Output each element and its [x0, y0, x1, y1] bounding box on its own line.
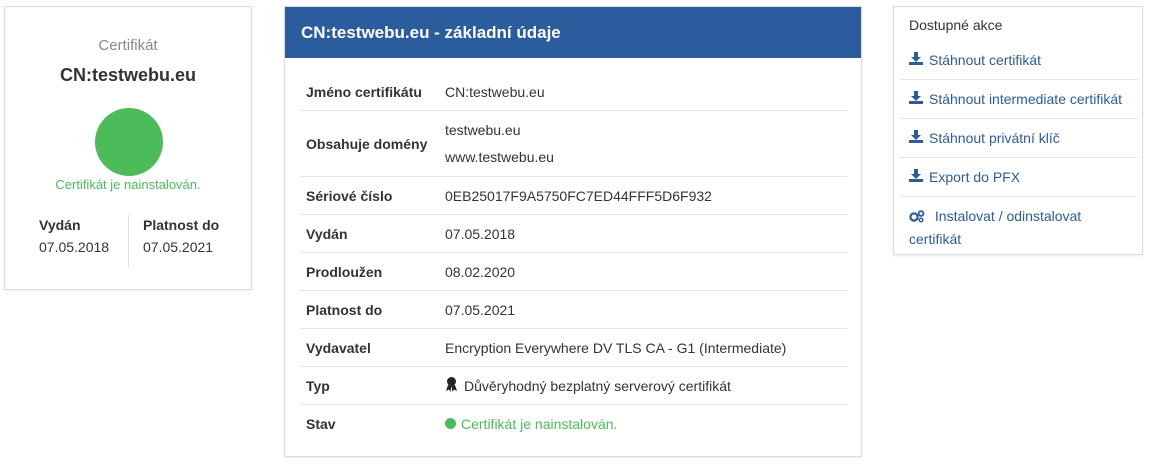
detail-row-status: Stav Certifikát je nainstalován.	[300, 405, 847, 442]
type-text: Důvěryhodný bezplatný serverový certifik…	[464, 377, 731, 394]
detail-value: 07.05.2018	[445, 225, 516, 242]
detail-value-list: testwebu.eu www.testwebu.eu	[445, 111, 847, 176]
action-install-uninstall[interactable]: Instalovat / odinstalovat certifikát	[900, 197, 1138, 250]
detail-key: Typ	[306, 377, 330, 394]
summary-label: Certifikát	[98, 37, 158, 54]
action-download-intermediate[interactable]: Stáhnout intermediate certifikát	[900, 80, 1138, 119]
type-value: Důvěryhodný bezplatný serverový certifik…	[445, 376, 847, 395]
detail-row-valid: Platnost do 07.05.2021	[300, 291, 847, 329]
status-indicator-circle	[95, 108, 163, 176]
detail-value: 08.02.2020	[445, 263, 516, 280]
action-label: Instalovat / odinstalovat certifikát	[909, 208, 1082, 247]
detail-key: Sériové číslo	[306, 187, 393, 204]
action-label: Stáhnout privátní klíč	[929, 130, 1060, 146]
detail-row-serial: Sériové číslo 0EB25017F9A5750FC7ED44FFF5…	[300, 177, 847, 215]
detail-key: Vydán	[306, 225, 348, 242]
cogs-icon	[909, 208, 925, 229]
detail-key: Vydavatel	[306, 339, 371, 356]
detail-value: 0EB25017F9A5750FC7ED44FFF5D6F932	[445, 187, 712, 204]
detail-row-issued: Vydán 07.05.2018	[300, 215, 847, 253]
summary-divider	[128, 215, 129, 267]
detail-value: Encryption Everywhere DV TLS CA - G1 (In…	[445, 339, 787, 356]
detail-value-wrap: Certifikát je nainstalován.	[445, 405, 847, 442]
panel-title: CN:testwebu.eu - základní údaje	[285, 7, 861, 58]
ribbon-icon	[445, 376, 458, 395]
detail-key: Platnost do	[306, 301, 383, 318]
action-download-certificate[interactable]: Stáhnout certifikát	[900, 41, 1138, 80]
domain-item: www.testwebu.eu	[445, 148, 554, 165]
summary-valid: Platnost do 07.05.2021	[143, 217, 219, 267]
detail-row-issuer: Vydavatel Encryption Everywhere DV TLS C…	[300, 329, 847, 367]
summary-status-text: Certifikát je nainstalován.	[55, 177, 201, 192]
action-label: Export do PFX	[929, 169, 1021, 185]
actions-title: Dostupné akce	[909, 17, 1003, 33]
detail-value: 07.05.2021	[445, 301, 516, 318]
download-icon	[909, 91, 923, 107]
detail-value-wrap: Důvěryhodný bezplatný serverový certifik…	[445, 367, 847, 404]
details-panel: CN:testwebu.eu - základní údaje Jméno ce…	[284, 6, 862, 457]
detail-row-name: Jméno certifikátu CN:testwebu.eu	[300, 73, 847, 111]
status-dot-icon	[445, 418, 456, 429]
domain-item: testwebu.eu	[445, 121, 521, 138]
detail-row-type: Typ Důvěryhodný bezplatný serverový cert…	[300, 367, 847, 405]
action-export-pfx[interactable]: Export do PFX	[900, 158, 1138, 197]
certificate-summary-card: Certifikát CN:testwebu.eu Certifikát je …	[4, 6, 252, 290]
summary-issued-value: 07.05.2018	[39, 239, 110, 255]
summary-certificate-name: CN:testwebu.eu	[59, 65, 196, 85]
details-table: Jméno certifikátu CN:testwebu.eu Obsahuj…	[300, 73, 847, 442]
detail-key: Jméno certifikátu	[306, 83, 422, 100]
detail-row-renewed: Prodloužen 08.02.2020	[300, 253, 847, 291]
detail-key: Stav	[306, 415, 336, 432]
summary-valid-value: 07.05.2021	[143, 239, 214, 255]
action-label: Stáhnout certifikát	[929, 52, 1042, 68]
actions-list: Stáhnout certifikát Stáhnout intermediat…	[900, 41, 1138, 250]
summary-issued: Vydán 07.05.2018	[39, 217, 109, 267]
actions-card: Dostupné akce Stáhnout certifikát Stáhno…	[893, 6, 1143, 255]
detail-key: Prodloužen	[306, 263, 383, 280]
download-icon	[909, 130, 923, 146]
action-download-private-key[interactable]: Stáhnout privátní klíč	[900, 119, 1138, 158]
status-text: Certifikát je nainstalován.	[461, 415, 618, 432]
summary-valid-label: Platnost do	[143, 217, 220, 233]
detail-key: Obsahuje domény	[306, 135, 428, 152]
detail-row-domains: Obsahuje domény testwebu.eu www.testwebu…	[300, 111, 847, 177]
status-value: Certifikát je nainstalován.	[445, 416, 847, 432]
action-label: Stáhnout intermediate certifikát	[929, 91, 1122, 107]
download-icon	[909, 52, 923, 68]
download-icon	[909, 169, 923, 185]
detail-value: CN:testwebu.eu	[445, 83, 545, 100]
summary-issued-label: Vydán	[39, 217, 81, 233]
